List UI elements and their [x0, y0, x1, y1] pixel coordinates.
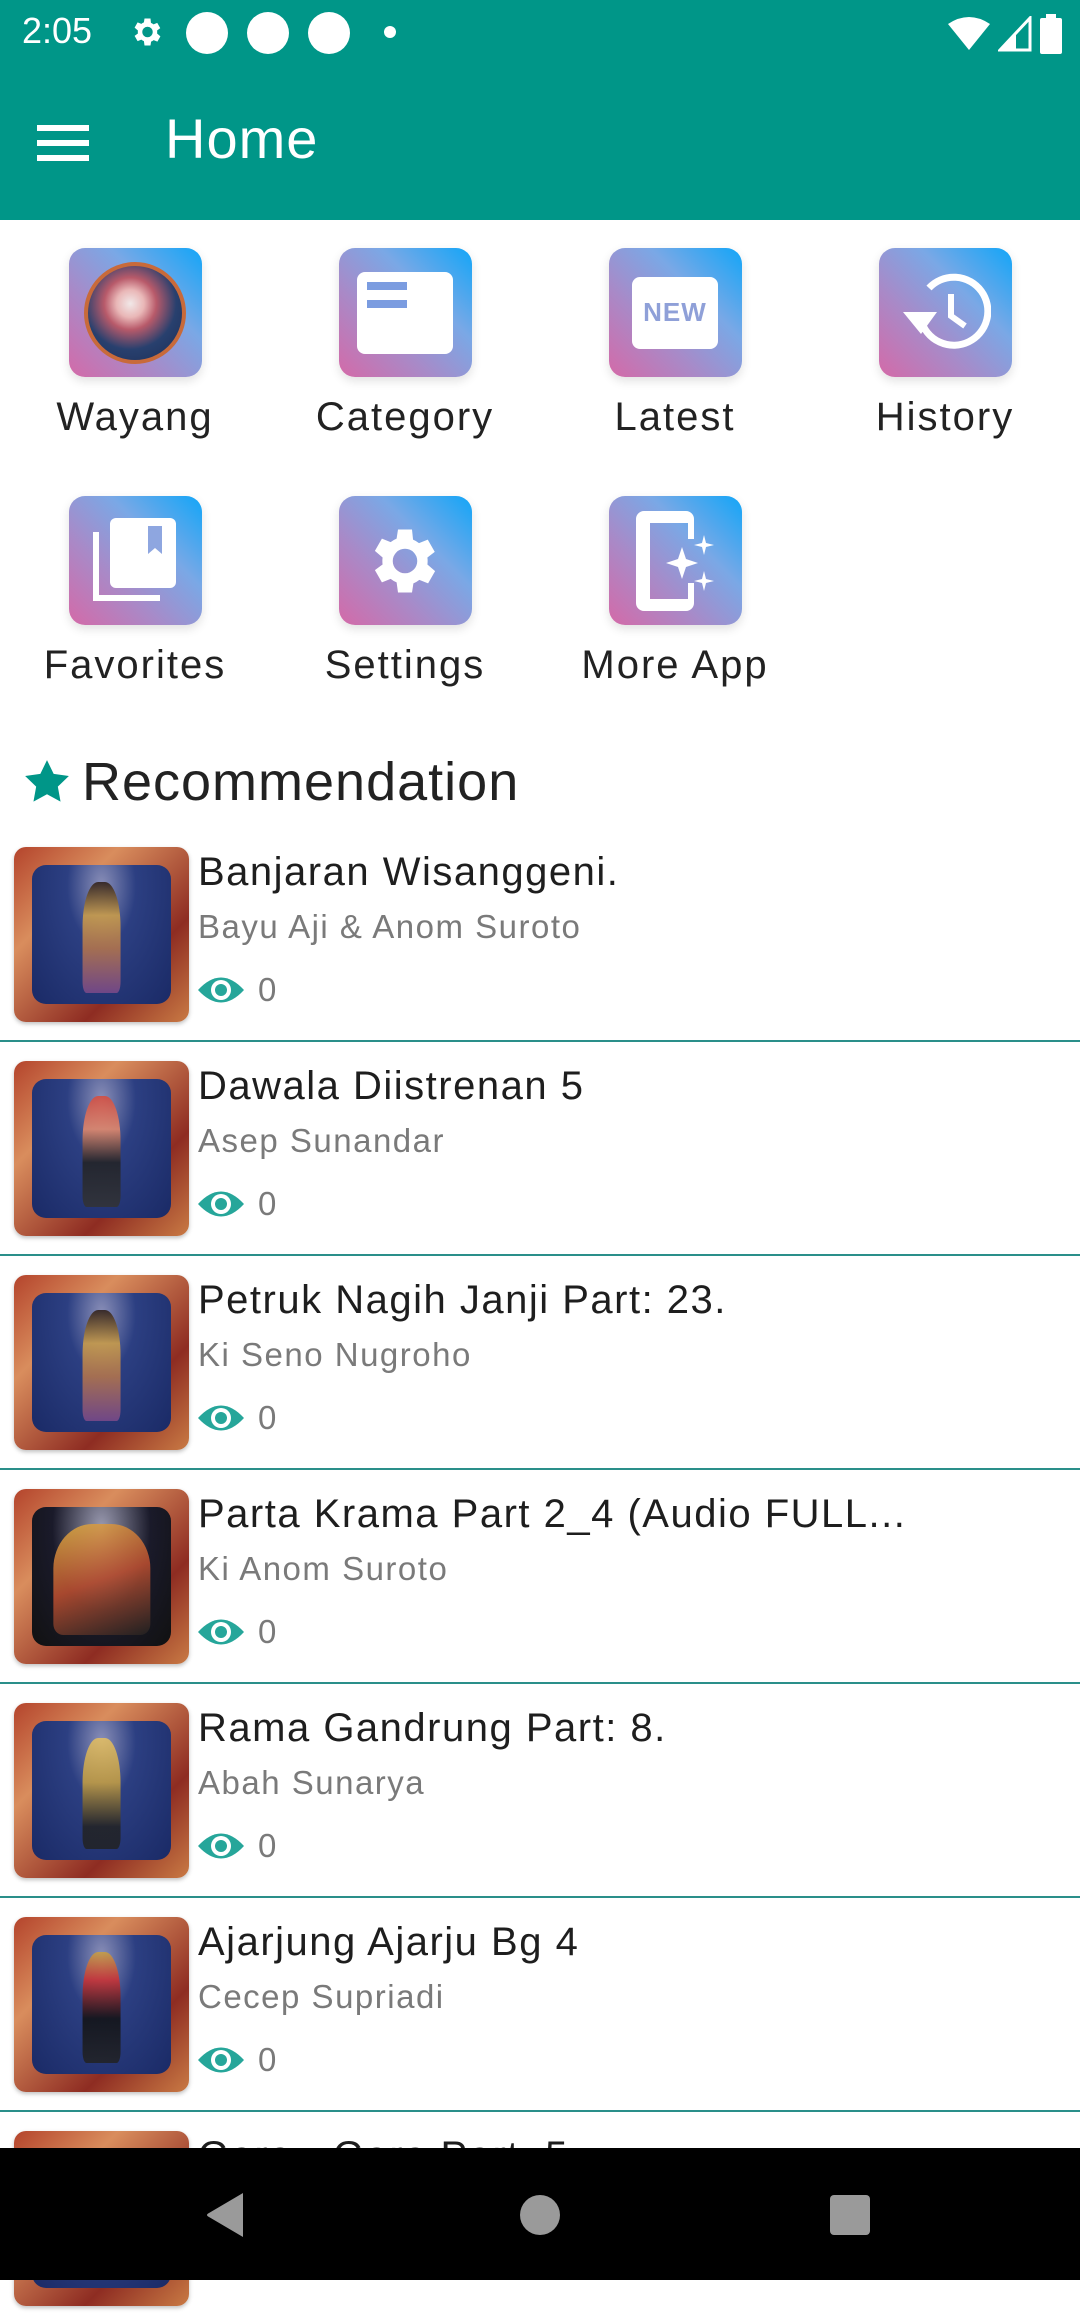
- settings-icon: [134, 18, 161, 46]
- wayang-avatar-icon: [68, 248, 202, 377]
- menu-item-settings[interactable]: Settings: [270, 468, 540, 688]
- category-card-icon: [338, 248, 472, 377]
- menu-item-label: Settings: [324, 643, 486, 687]
- views-count: 0: [258, 1185, 277, 1222]
- page-title: Home: [165, 107, 319, 170]
- status-time: 2:05: [22, 10, 93, 51]
- views-count: 0: [258, 1827, 277, 1864]
- list-item[interactable]: Rama Gandrung Part: 8. Abah Sunarya 0: [0, 1684, 1080, 1898]
- menu-item-label: History: [875, 395, 1015, 439]
- recommendation-header: Recommendation: [22, 742, 519, 822]
- thumbnail: [14, 1061, 189, 1236]
- menu-item-latest[interactable]: NEW Latest: [540, 220, 810, 440]
- menu-item-label: Favorites: [43, 643, 227, 687]
- view-count: 0: [198, 968, 276, 1012]
- notification-dot-icon: [186, 12, 228, 54]
- thumbnail: [14, 1917, 189, 2092]
- view-count: 0: [198, 1182, 276, 1226]
- notification-dot-icon: [308, 12, 350, 54]
- back-icon[interactable]: [195, 2188, 255, 2242]
- list-item[interactable]: Parta Krama Part 2_4 (Audio FULL... Ki A…: [0, 1470, 1080, 1684]
- view-count: 0: [198, 1396, 276, 1440]
- eye-icon: [198, 1191, 244, 1217]
- item-artist: Abah Sunarya: [198, 1764, 426, 1801]
- app-sparkle-icon: [608, 496, 742, 625]
- menu-item-more-app[interactable]: More App: [540, 468, 810, 688]
- recommendation-list: Banjaran Wisanggeni. Bayu Aji & Anom Sur…: [0, 828, 1080, 2324]
- wifi-icon: [948, 17, 990, 50]
- new-badge-text: NEW: [632, 276, 718, 349]
- eye-icon: [198, 1405, 244, 1431]
- thumbnail: [14, 1275, 189, 1450]
- views-count: 0: [258, 1399, 277, 1436]
- recents-icon[interactable]: [820, 2188, 880, 2242]
- item-title: Rama Gandrung Part: 8.: [198, 1706, 667, 1750]
- eye-icon: [198, 1833, 244, 1859]
- eye-icon: [198, 977, 244, 1003]
- item-artist: Cecep Supriadi: [198, 1978, 445, 2015]
- gear-icon: [338, 496, 472, 625]
- section-title: Recommendation: [82, 752, 520, 812]
- battery-icon: [1040, 14, 1062, 54]
- cell-signal-icon: [998, 16, 1032, 52]
- list-item[interactable]: Ajarjung Ajarju Bg 4 Cecep Supriadi 0: [0, 1898, 1080, 2112]
- new-badge-icon: NEW: [608, 248, 742, 377]
- item-title: Banjaran Wisanggeni.: [198, 850, 620, 894]
- views-count: 0: [258, 971, 277, 1008]
- item-artist: Asep Sunandar: [198, 1122, 446, 1159]
- menu-item-label: More App: [581, 643, 769, 687]
- view-count: 0: [198, 1824, 276, 1868]
- item-title: Petruk Nagih Janji Part: 23.: [198, 1278, 727, 1322]
- system-nav-bar: [0, 2148, 1080, 2280]
- item-artist: Ki Seno Nugroho: [198, 1336, 472, 1373]
- home-icon[interactable]: [510, 2188, 570, 2242]
- bookmark-library-icon: [68, 496, 202, 625]
- item-title: Dawala Diistrenan 5: [198, 1064, 585, 1108]
- menu-item-wayang[interactable]: Wayang: [0, 220, 270, 440]
- list-item[interactable]: Banjaran Wisanggeni. Bayu Aji & Anom Sur…: [0, 828, 1080, 1042]
- list-item[interactable]: Dawala Diistrenan 5 Asep Sunandar 0: [0, 1042, 1080, 1256]
- thumbnail: [14, 1489, 189, 1664]
- menu-item-history[interactable]: History: [810, 220, 1080, 440]
- notification-dot-icon: [247, 12, 289, 54]
- more-notifications-dot-icon: [384, 26, 396, 38]
- item-artist: Ki Anom Suroto: [198, 1550, 449, 1587]
- menu-item-label: Category: [315, 395, 495, 439]
- views-count: 0: [258, 2041, 277, 2078]
- thumbnail: [14, 1703, 189, 1878]
- menu-item-category[interactable]: Category: [270, 220, 540, 440]
- thumbnail: [14, 847, 189, 1022]
- views-count: 0: [258, 1613, 277, 1650]
- eye-icon: [198, 1619, 244, 1645]
- item-title: Parta Krama Part 2_4 (Audio FULL...: [198, 1492, 907, 1536]
- eye-icon: [198, 2047, 244, 2073]
- view-count: 0: [198, 1610, 276, 1654]
- status-right-icons: [948, 14, 1062, 54]
- menu-item-label: Wayang: [56, 395, 214, 439]
- item-artist: Bayu Aji & Anom Suroto: [198, 908, 582, 945]
- list-item[interactable]: Petruk Nagih Janji Part: 23. Ki Seno Nug…: [0, 1256, 1080, 1470]
- history-clock-icon: [878, 248, 1012, 377]
- item-title: Ajarjung Ajarju Bg 4: [198, 1920, 580, 1964]
- star-icon: [25, 760, 69, 802]
- hamburger-menu-icon[interactable]: [30, 110, 96, 176]
- menu-item-favorites[interactable]: Favorites: [0, 468, 270, 688]
- menu-item-label: Latest: [614, 395, 736, 439]
- app-bar: Home: [0, 66, 1080, 220]
- status-bar: 2:05: [0, 0, 1080, 66]
- view-count: 0: [198, 2038, 276, 2082]
